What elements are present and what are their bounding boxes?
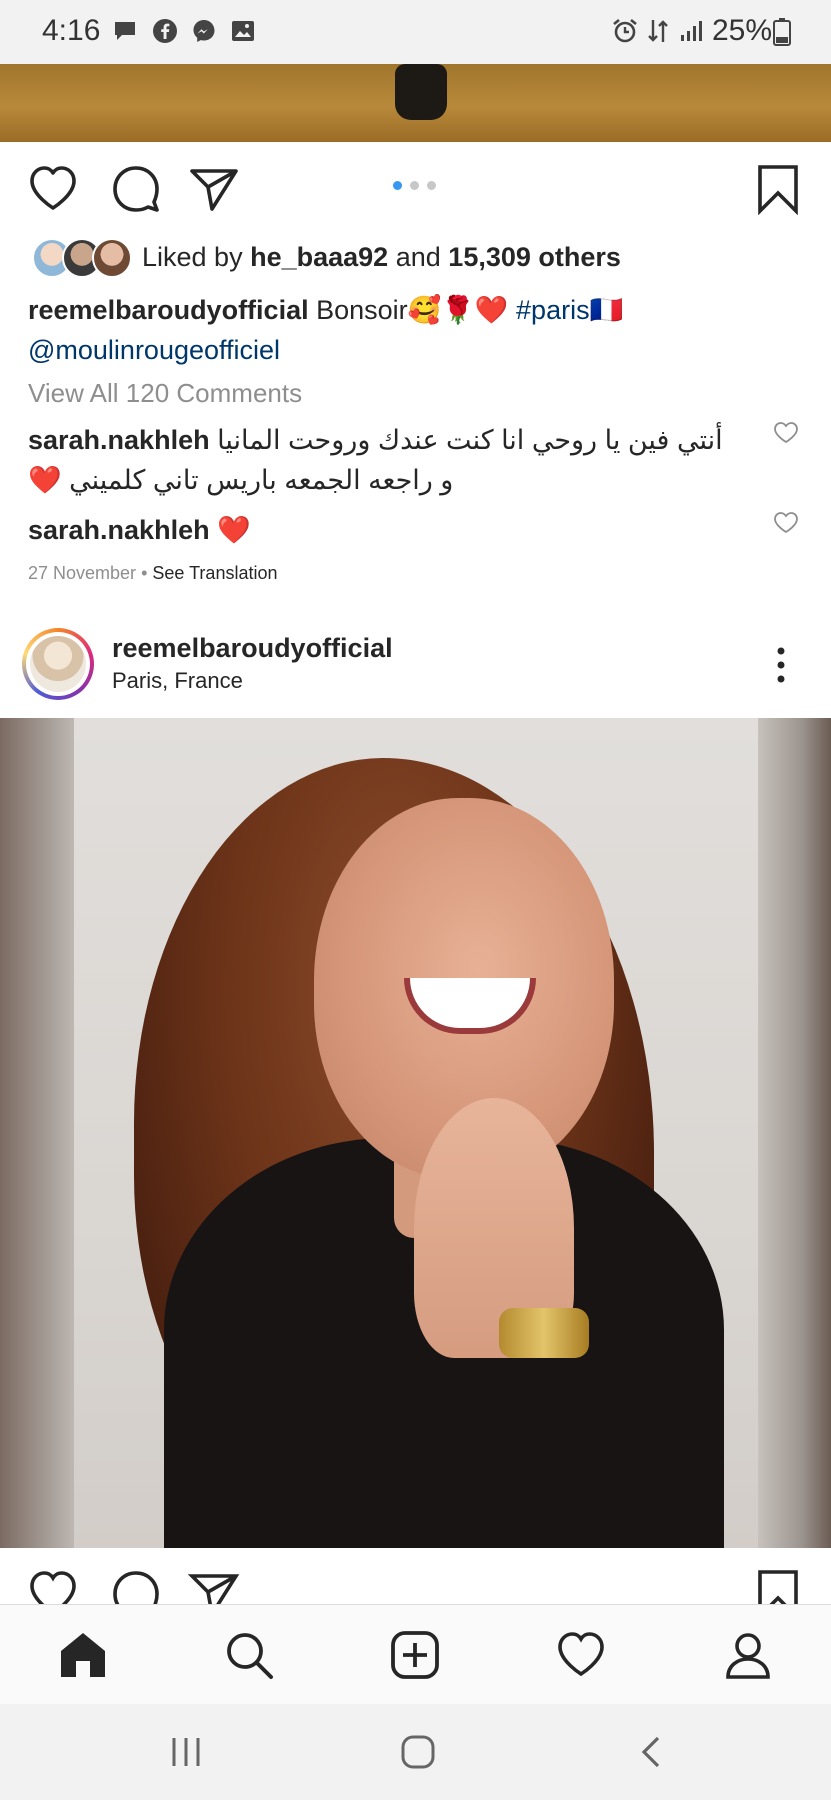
carousel-dot-active	[393, 181, 402, 190]
status-time: 4:16	[42, 14, 101, 47]
post-date: 27 November	[28, 563, 137, 583]
comment-like-heart-icon[interactable]	[773, 421, 799, 445]
likes-and: and	[395, 242, 441, 272]
share-send-icon[interactable]	[188, 1568, 240, 1604]
carousel-dot	[427, 181, 436, 190]
comment-text-line1: أنتي فين يا روحي انا كنت عندك وروحت الما…	[217, 425, 723, 455]
signal-icon	[681, 21, 702, 41]
post-location[interactable]: Paris, France	[112, 668, 243, 694]
post-username[interactable]: reemelbaroudyofficial	[112, 633, 393, 664]
gallery-icon	[232, 21, 254, 41]
search-icon[interactable]	[223, 1629, 275, 1681]
comment-like-heart-icon[interactable]	[773, 511, 799, 535]
likes-user-link[interactable]: he_baaa92	[250, 242, 388, 272]
comment-2: sarah.nakhleh ❤️	[28, 510, 748, 550]
photo-blur-left	[0, 718, 74, 1548]
caption-username[interactable]: reemelbaroudyofficial	[28, 295, 309, 325]
meta-separator: •	[141, 563, 148, 583]
comment-username[interactable]: sarah.nakhleh	[28, 425, 210, 455]
caption-hashtag[interactable]: #paris🇫🇷	[516, 295, 623, 325]
see-translation-link[interactable]: See Translation	[152, 563, 277, 583]
likes-others-link[interactable]: 15,309 others	[448, 242, 621, 272]
liker-avatar-3[interactable]	[92, 238, 132, 278]
photo-blur-right	[758, 718, 831, 1548]
photo-portrait	[74, 718, 758, 1548]
photo-boot-detail	[395, 64, 447, 120]
home-button-icon[interactable]	[398, 1732, 438, 1772]
photo-watch	[499, 1308, 589, 1358]
bottom-navigation	[0, 1604, 831, 1705]
view-all-comments-link[interactable]: View All 120 Comments	[28, 378, 302, 409]
post-photo[interactable]	[0, 718, 831, 1548]
comment-text: ❤️	[217, 515, 251, 545]
battery-percent: 25%	[712, 14, 773, 47]
avatar[interactable]	[30, 636, 86, 692]
likes-prefix: Liked by	[142, 242, 243, 272]
alarm-icon	[613, 18, 637, 43]
home-icon[interactable]	[57, 1629, 109, 1681]
battery-icon	[773, 18, 791, 46]
post-caption: reemelbaroudyofficial Bonsoir🥰🌹❤️ #paris…	[28, 290, 798, 330]
like-heart-icon[interactable]	[27, 1568, 79, 1604]
caption-text: Bonsoir🥰🌹❤️	[316, 295, 509, 325]
profile-icon[interactable]	[722, 1629, 774, 1681]
activity-heart-icon[interactable]	[555, 1629, 607, 1681]
carousel-dot	[410, 181, 419, 190]
comment-1-line2: و راجعه الجمعه باريس تاني كلميني ❤️	[28, 460, 748, 500]
recent-apps-icon[interactable]	[166, 1732, 206, 1772]
message-icon	[115, 22, 135, 40]
messenger-icon	[193, 20, 215, 42]
comment-icon[interactable]	[110, 1568, 162, 1604]
back-icon[interactable]	[632, 1732, 672, 1772]
post2-action-row	[0, 1548, 831, 1604]
comment-icon[interactable]	[110, 163, 162, 215]
bookmark-icon[interactable]	[752, 163, 804, 215]
caption-mention[interactable]: @moulinrougeofficiel	[28, 330, 798, 370]
comment-text-line2: و راجعه الجمعه باريس تاني كلميني ❤️	[28, 465, 454, 495]
new-post-icon[interactable]	[389, 1629, 441, 1681]
carousel-indicator	[393, 181, 438, 191]
like-heart-icon[interactable]	[27, 163, 79, 215]
facebook-icon	[153, 19, 177, 43]
likes-summary[interactable]: Liked by he_baaa92 and 15,309 others	[142, 242, 621, 273]
comment-1: sarah.nakhleh أنتي فين يا روحي انا كنت ع…	[28, 420, 748, 460]
system-navigation-bar	[0, 1704, 831, 1800]
post-meta: 27 November • See Translation	[28, 563, 277, 584]
data-arrows-icon	[648, 20, 668, 42]
more-options-icon[interactable]	[770, 645, 792, 685]
share-send-icon[interactable]	[188, 163, 240, 215]
comment-username[interactable]: sarah.nakhleh	[28, 515, 210, 545]
bookmark-icon[interactable]	[752, 1568, 804, 1604]
